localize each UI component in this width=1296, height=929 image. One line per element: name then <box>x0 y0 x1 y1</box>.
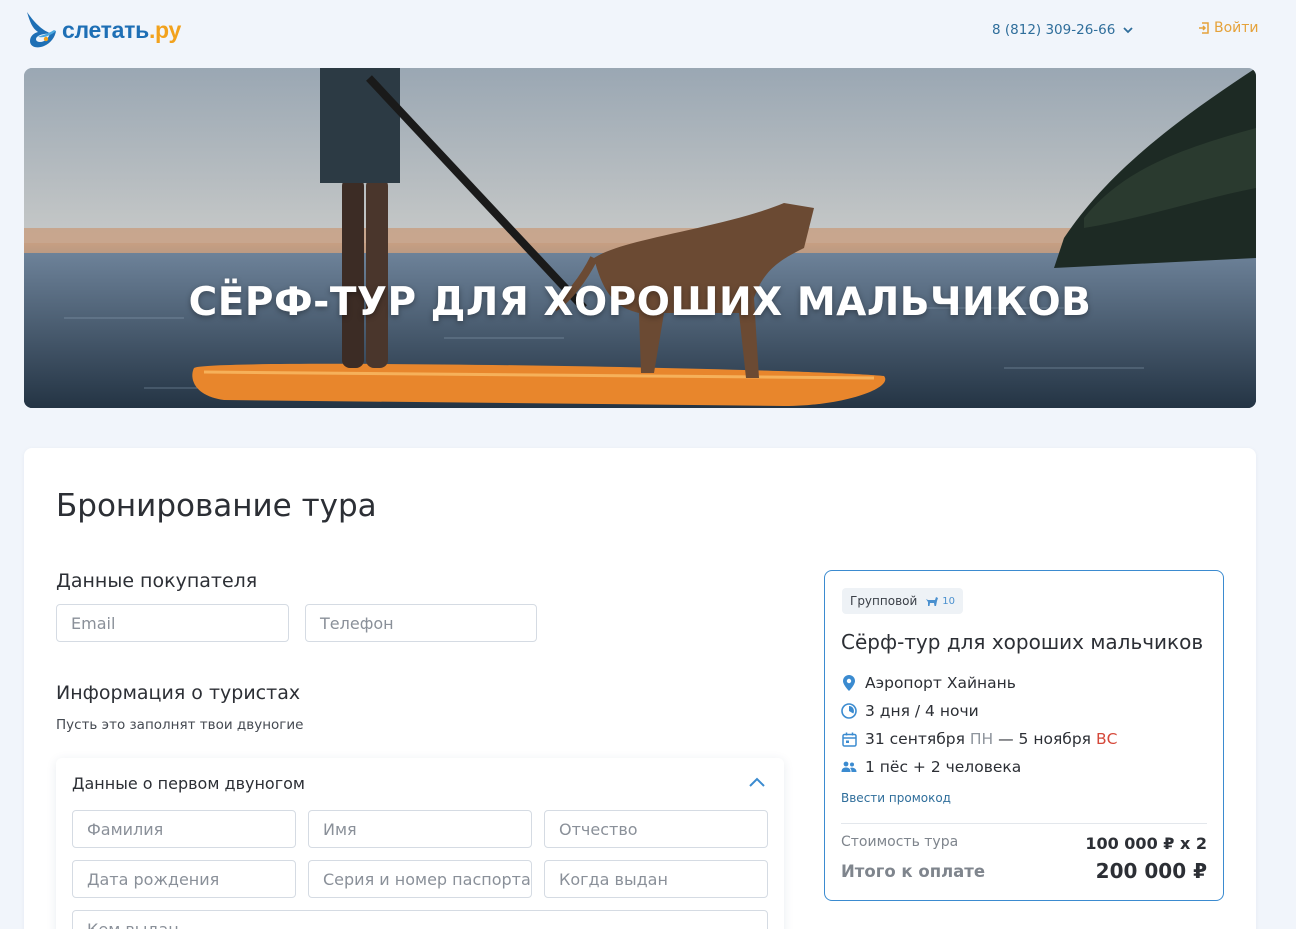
group-size-count: 10 <box>942 595 956 607</box>
date-separator: — <box>998 730 1014 748</box>
group-size-badge: 10 <box>925 596 955 607</box>
tour-guests: 1 пёс + 2 человека <box>841 758 1021 776</box>
hero-title: СЁРФ-ТУР ДЛЯ ХОРОШИХ МАЛЬЧИКОВ <box>188 280 1092 325</box>
dog-icon <box>926 596 939 606</box>
issued-date-field[interactable]: Когда выдан <box>544 860 768 898</box>
tour-location-text: Аэропорт Хайнань <box>865 674 1016 692</box>
phone-field[interactable]: Телефон <box>305 604 537 642</box>
calendar-icon <box>841 732 857 747</box>
date-end: 5 ноября <box>1018 730 1091 748</box>
phone-number: 8 (812) 309-26-66 <box>992 22 1116 38</box>
site-logo[interactable]: слетать.ру <box>24 10 181 50</box>
login-button[interactable]: Войти <box>1198 20 1259 36</box>
buyer-section-title: Данные покупателя <box>56 570 258 592</box>
middle-name-field[interactable]: Отчество <box>544 810 768 848</box>
tour-location: Аэропорт Хайнань <box>841 674 1016 692</box>
total-label: Итого к оплате <box>841 862 986 881</box>
login-label: Войти <box>1214 20 1259 36</box>
date-start-weekday: ПН <box>969 730 994 748</box>
tourists-section-title: Информация о туристах <box>56 682 301 704</box>
passport-field[interactable]: Серия и номер паспорта <box>308 860 532 898</box>
date-start: 31 сентября <box>865 730 965 748</box>
hero-photo <box>24 68 1256 408</box>
tour-type-label: Групповой <box>850 594 918 608</box>
logo-text-main: слетать <box>62 16 149 43</box>
phone-dropdown[interactable]: 8 (812) 309-26-66 <box>992 22 1133 38</box>
location-pin-icon <box>843 675 855 691</box>
clock-icon <box>841 703 857 719</box>
logo-bird-icon <box>27 12 56 48</box>
page-title: Бронирование тура <box>56 488 377 524</box>
people-icon <box>841 761 857 772</box>
login-icon <box>1199 22 1209 34</box>
tour-dates: 31 сентября ПН — 5 ноября ВС <box>841 730 1117 748</box>
total-value: 200 000 ₽ <box>1095 859 1207 883</box>
issued-by-field[interactable]: Кем выдан <box>72 910 768 929</box>
tour-cost-value: 100 000 ₽ x 2 <box>1085 834 1207 853</box>
tour-cost-label: Стоимость тура <box>841 834 959 850</box>
first-tourist-title: Данные о первом двуногом <box>72 774 305 793</box>
email-field[interactable]: Email <box>56 604 289 642</box>
last-name-field[interactable]: Фамилия <box>72 810 296 848</box>
chevron-up-icon[interactable] <box>748 776 766 788</box>
summary-divider <box>841 823 1207 824</box>
hero-banner: СЁРФ-ТУР ДЛЯ ХОРОШИХ МАЛЬЧИКОВ <box>24 68 1256 408</box>
birth-date-field[interactable]: Дата рождения <box>72 860 296 898</box>
chevron-down-icon <box>1123 26 1133 33</box>
tour-duration-text: 3 дня / 4 ночи <box>865 702 979 720</box>
logo-text-suffix: .ру <box>148 16 181 43</box>
site-header: слетать.ру 8 (812) 309-26-66 Войти <box>0 0 1296 62</box>
promo-code-link[interactable]: Ввести промокод <box>841 791 951 805</box>
tour-type-tag: Групповой 10 <box>842 588 964 614</box>
first-name-field[interactable]: Имя <box>308 810 532 848</box>
date-end-weekday: ВС <box>1095 730 1118 748</box>
tour-title: Сёрф-тур для хороших мальчиков <box>841 630 1204 654</box>
tourists-subtitle: Пусть это заполнят твои двуногие <box>56 717 304 733</box>
tour-duration: 3 дня / 4 ночи <box>841 702 979 720</box>
tour-guests-text: 1 пёс + 2 человека <box>865 758 1022 776</box>
